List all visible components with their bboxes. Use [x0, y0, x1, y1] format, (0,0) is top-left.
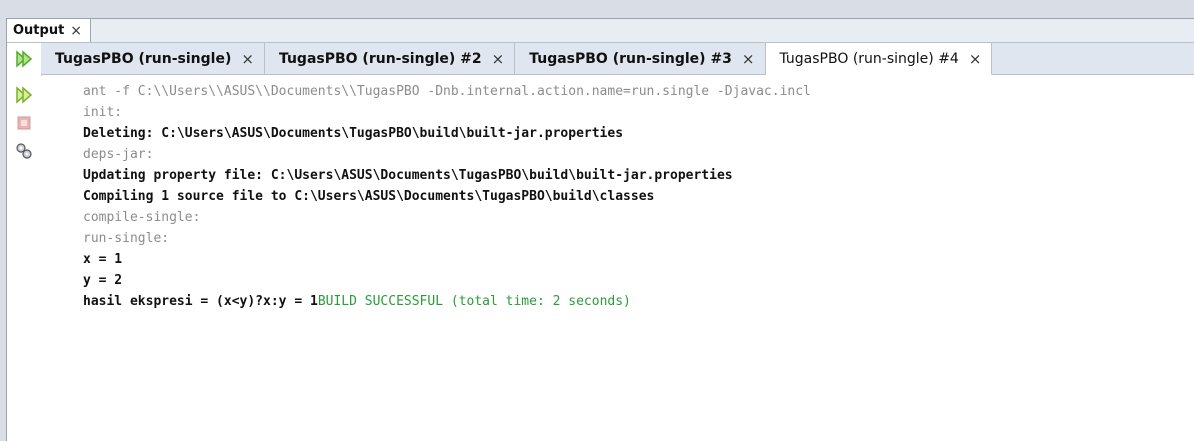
console-line: compile-single: [83, 210, 201, 225]
console-line: deps-jar: [83, 147, 154, 162]
output-tab[interactable]: Output × [7, 19, 92, 42]
stop-icon[interactable] [14, 113, 34, 133]
tab-label: TugasPBO (run-single) #2 [278, 50, 482, 67]
output-tab-label: Output [13, 23, 65, 38]
output-tab-bar: Output × [7, 19, 1194, 43]
close-icon[interactable]: × [742, 50, 755, 68]
output-window: Output × TugasPBO (run-single) × TugasPB… [6, 18, 1194, 441]
console-line: run-single: [83, 231, 170, 246]
tab-label: TugasPBO (run-single) #3 [529, 50, 732, 67]
output-toolbar [7, 43, 42, 441]
console-line: Deleting: C:\Users\ASUS\Documents\TugasP… [83, 126, 624, 141]
program-output: hasil ekspresi = (x<y)?x:y = 1 [83, 294, 318, 309]
tab-label: TugasPBO (run-single) [55, 50, 232, 67]
rerun-with-params-icon[interactable] [14, 85, 34, 105]
tab-run-single-3[interactable]: TugasPBO (run-single) #3 × [515, 43, 766, 74]
tab-label: TugasPBO (run-single) #4 [779, 50, 959, 67]
console-output[interactable]: ant -f C:\\Users\\ASUS\\Documents\\Tugas… [41, 76, 1194, 441]
console-line: y = 2 [83, 273, 123, 288]
close-icon[interactable]: × [492, 50, 505, 68]
rerun-icon[interactable] [14, 49, 34, 69]
console-line: x = 1 [83, 252, 123, 267]
tab-run-single-2[interactable]: TugasPBO (run-single) #2 × [265, 43, 516, 74]
tab-run-single[interactable]: TugasPBO (run-single) × [41, 43, 265, 74]
close-icon[interactable]: × [969, 50, 982, 68]
settings-icon[interactable] [14, 141, 34, 161]
console-line: Compiling 1 source file to C:\Users\ASUS… [83, 189, 655, 204]
console-line: ant -f C:\\Users\\ASUS\\Documents\\Tugas… [83, 84, 811, 99]
console-line: Updating property file: C:\Users\ASUS\Do… [83, 168, 733, 183]
run-tab-bar: TugasPBO (run-single) × TugasPBO (run-si… [41, 43, 1194, 75]
build-result: BUILD SUCCESSFUL (total time: 2 seconds) [317, 294, 631, 309]
close-icon[interactable]: × [70, 23, 82, 39]
close-icon[interactable]: × [241, 50, 254, 68]
console-line-result: hasil ekspresi = (x<y)?x:y = 1BUILD SUCC… [83, 293, 631, 311]
tab-run-single-4[interactable]: TugasPBO (run-single) #4 × [765, 43, 993, 75]
console-line: init: [83, 105, 123, 120]
